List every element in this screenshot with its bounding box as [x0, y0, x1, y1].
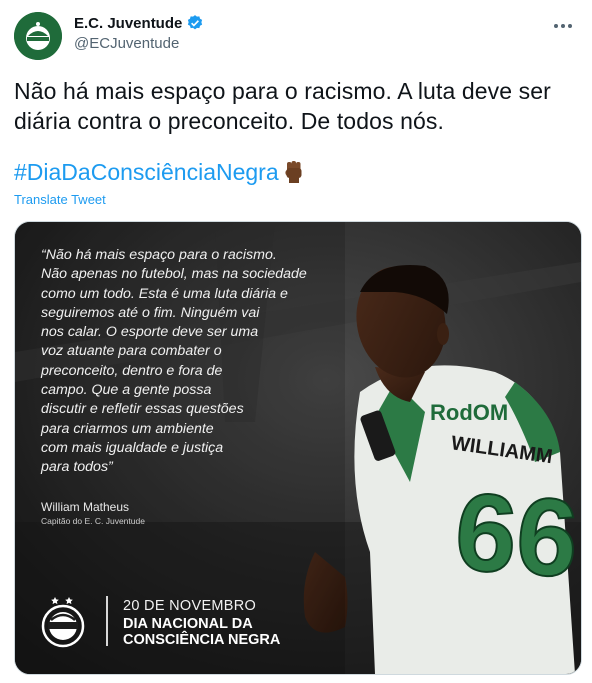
- media-quote-text: “Não há mais espaço para o racismo. Não …: [41, 247, 307, 476]
- jersey-sponsor: RodOM: [430, 400, 508, 425]
- footer-divider: [106, 596, 108, 646]
- translate-tweet-link[interactable]: Translate Tweet: [14, 192, 106, 207]
- hashtag-line: #DiaDaConsciênciaNegra: [14, 156, 305, 188]
- jersey-number: 66: [451, 470, 581, 601]
- speaker-name: William Matheus: [41, 500, 130, 514]
- avatar[interactable]: [14, 12, 62, 60]
- hashtag-link[interactable]: #DiaDaConsciênciaNegra: [14, 156, 279, 188]
- event-text: DIA NACIONAL DA CONSCIÊNCIA NEGRA: [123, 616, 281, 648]
- date-text: 20 DE NOVEMBRO: [123, 598, 257, 614]
- raised-fist-emoji-icon: [285, 161, 302, 183]
- tweet-media-image[interactable]: RodOM WILLIAMM 66 “Não há mais espaço pa…: [14, 221, 582, 675]
- club-logo-icon: [14, 12, 62, 60]
- more-options-icon[interactable]: [552, 16, 574, 36]
- verified-badge-icon: [188, 15, 203, 30]
- tweet-text: Não há mais espaço para o racismo. A lut…: [14, 78, 551, 134]
- author-name[interactable]: E.C. Juventude: [74, 15, 182, 32]
- speaker-role: Capitão do E. C. Juventude: [41, 516, 145, 526]
- club-crest-icon: [41, 597, 85, 648]
- author-handle[interactable]: @ECJuventude: [74, 35, 204, 52]
- author-block: E.C. Juventude @ECJuventude: [74, 14, 204, 52]
